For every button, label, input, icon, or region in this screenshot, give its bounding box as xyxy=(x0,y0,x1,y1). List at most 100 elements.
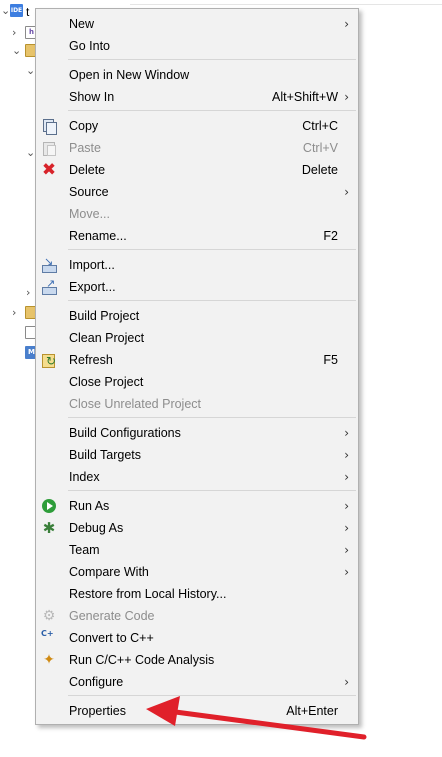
tree-row[interactable] xyxy=(0,324,40,342)
menu-item-close-project[interactable]: Close Project xyxy=(36,371,358,393)
submenu-arrow-icon: › xyxy=(344,470,349,484)
menu-item-move: Move... xyxy=(36,203,358,225)
tree-row[interactable]: ⌄ xyxy=(0,144,40,162)
chevron-down-icon[interactable]: ⌄ xyxy=(26,144,35,162)
copy-icon xyxy=(41,118,57,135)
menu-separator xyxy=(68,110,356,111)
chevron-right-icon[interactable]: › xyxy=(26,284,30,302)
menu-separator xyxy=(68,417,356,418)
menu-item-show-in[interactable]: Show In Alt+Shift+W › xyxy=(36,86,358,108)
context-menu: New › Go Into Open in New Window Show In Alt+… xyxy=(35,8,359,725)
menu-item-build-targets[interactable]: Build Targets › xyxy=(36,444,358,466)
menu-item-label: Convert to C++ xyxy=(69,631,154,645)
submenu-arrow-icon: › xyxy=(344,499,349,513)
submenu-arrow-icon: › xyxy=(344,17,349,31)
menu-item-compare-with[interactable]: Compare With › xyxy=(36,561,358,583)
menu-item-convert-to-cplusplus[interactable]: C+ Convert to C++ xyxy=(36,627,358,649)
menu-item-label: Compare With xyxy=(69,565,149,579)
menu-separator xyxy=(68,300,356,301)
menu-item-shortcut: Delete xyxy=(301,163,338,177)
debug-icon: ✱ xyxy=(42,519,56,537)
code-analysis-icon: ✦ xyxy=(43,652,55,668)
submenu-arrow-icon: › xyxy=(344,426,349,440)
menu-item-shortcut: Ctrl+C xyxy=(302,119,338,133)
menu-item-configure[interactable]: Configure › xyxy=(36,671,358,693)
menu-item-label: Index xyxy=(69,470,100,484)
menu-item-delete[interactable]: ✖ Delete Delete xyxy=(36,159,358,181)
refresh-icon xyxy=(41,352,57,368)
generate-code-icon: ⚙ xyxy=(42,608,56,624)
chevron-down-icon[interactable]: ⌄ xyxy=(26,62,35,80)
chevron-down-icon[interactable]: ⌄ xyxy=(1,2,10,20)
menu-item-clean-project[interactable]: Clean Project xyxy=(36,327,358,349)
menu-item-label: Restore from Local History... xyxy=(69,587,227,601)
import-icon xyxy=(41,255,57,273)
menu-item-shortcut: F2 xyxy=(323,229,338,243)
menu-item-export[interactable]: Export... xyxy=(36,276,358,298)
tree-row[interactable]: › xyxy=(0,284,40,302)
menu-item-label: Configure xyxy=(69,675,124,689)
menu-item-properties[interactable]: Properties Alt+Enter xyxy=(36,700,358,722)
menu-item-import[interactable]: Import... xyxy=(36,254,358,276)
project-name: t xyxy=(26,5,30,19)
chevron-down-icon[interactable]: ⌄ xyxy=(12,42,21,60)
menu-item-label: Export... xyxy=(69,280,116,294)
tree-row[interactable]: M xyxy=(0,344,40,362)
menu-item-shortcut: Alt+Shift+W xyxy=(272,90,338,104)
submenu-arrow-icon: › xyxy=(344,521,349,535)
menu-item-copy[interactable]: Copy Ctrl+C xyxy=(36,115,358,137)
menu-item-label: Generate Code xyxy=(69,609,155,623)
menu-item-label: Source xyxy=(69,185,109,199)
menu-item-shortcut: Alt+Enter xyxy=(286,704,338,718)
menu-item-open-in-new-window[interactable]: Open in New Window xyxy=(36,64,358,86)
menu-item-label: Build Targets xyxy=(69,448,142,462)
menu-item-label: Run As xyxy=(69,499,110,513)
menu-item-run-as[interactable]: Run As › xyxy=(36,495,358,517)
menu-item-label: Delete xyxy=(69,163,106,177)
menu-item-label: Properties xyxy=(69,704,126,718)
top-divider xyxy=(130,4,442,5)
menu-item-rename[interactable]: Rename... F2 xyxy=(36,225,358,247)
chevron-right-icon[interactable]: › xyxy=(12,24,16,42)
menu-item-label: Move... xyxy=(69,207,110,221)
menu-separator xyxy=(68,490,356,491)
tree-row[interactable]: ⌄ xyxy=(0,42,40,60)
tree-row[interactable]: › xyxy=(0,304,40,322)
menu-item-label: Close Unrelated Project xyxy=(69,397,202,411)
submenu-arrow-icon: › xyxy=(344,675,349,689)
menu-item-new[interactable]: New › xyxy=(36,13,358,35)
menu-item-build-configurations[interactable]: Build Configurations › xyxy=(36,422,358,444)
run-icon xyxy=(42,499,56,513)
menu-item-label: Refresh xyxy=(69,353,113,367)
menu-item-debug-as[interactable]: ✱ Debug As › xyxy=(36,517,358,539)
menu-item-label: New xyxy=(69,17,95,31)
menu-item-label: Rename... xyxy=(69,229,127,243)
menu-item-label: Copy xyxy=(69,119,99,133)
tree-row[interactable]: ⌄ xyxy=(0,62,40,80)
menu-item-source[interactable]: Source › xyxy=(36,181,358,203)
tree-row[interactable]: › h xyxy=(0,24,40,42)
submenu-arrow-icon: › xyxy=(344,448,349,462)
menu-item-build-project[interactable]: Build Project xyxy=(36,305,358,327)
menu-item-shortcut: Ctrl+V xyxy=(302,141,338,155)
menu-separator xyxy=(68,59,356,60)
menu-item-run-c-cplusplus-code-analysis[interactable]: ✦ Run C/C++ Code Analysis xyxy=(36,649,358,671)
menu-item-go-into[interactable]: Go Into xyxy=(36,35,358,57)
menu-separator xyxy=(68,249,356,250)
menu-item-refresh[interactable]: Refresh F5 xyxy=(36,349,358,371)
menu-item-label: Open in New Window xyxy=(69,68,190,82)
ide-project-icon: IDE xyxy=(10,4,23,17)
project-tree: ⌄ IDE t › h ⌄ ⌄ ⌄ › › M xyxy=(0,0,40,757)
submenu-arrow-icon: › xyxy=(344,185,349,199)
delete-icon: ✖ xyxy=(41,160,57,180)
paste-icon xyxy=(41,140,57,156)
menu-item-label: Import... xyxy=(69,258,115,272)
menu-item-index[interactable]: Index › xyxy=(36,466,358,488)
chevron-right-icon[interactable]: › xyxy=(12,304,16,322)
menu-item-restore-from-local-history[interactable]: Restore from Local History... xyxy=(36,583,358,605)
menu-item-label: Team xyxy=(69,543,100,557)
menu-item-label: Paste xyxy=(69,141,101,155)
tree-row-root[interactable]: ⌄ IDE t xyxy=(0,2,40,20)
menu-item-team[interactable]: Team › xyxy=(36,539,358,561)
menu-item-label: Build Configurations xyxy=(69,426,181,440)
